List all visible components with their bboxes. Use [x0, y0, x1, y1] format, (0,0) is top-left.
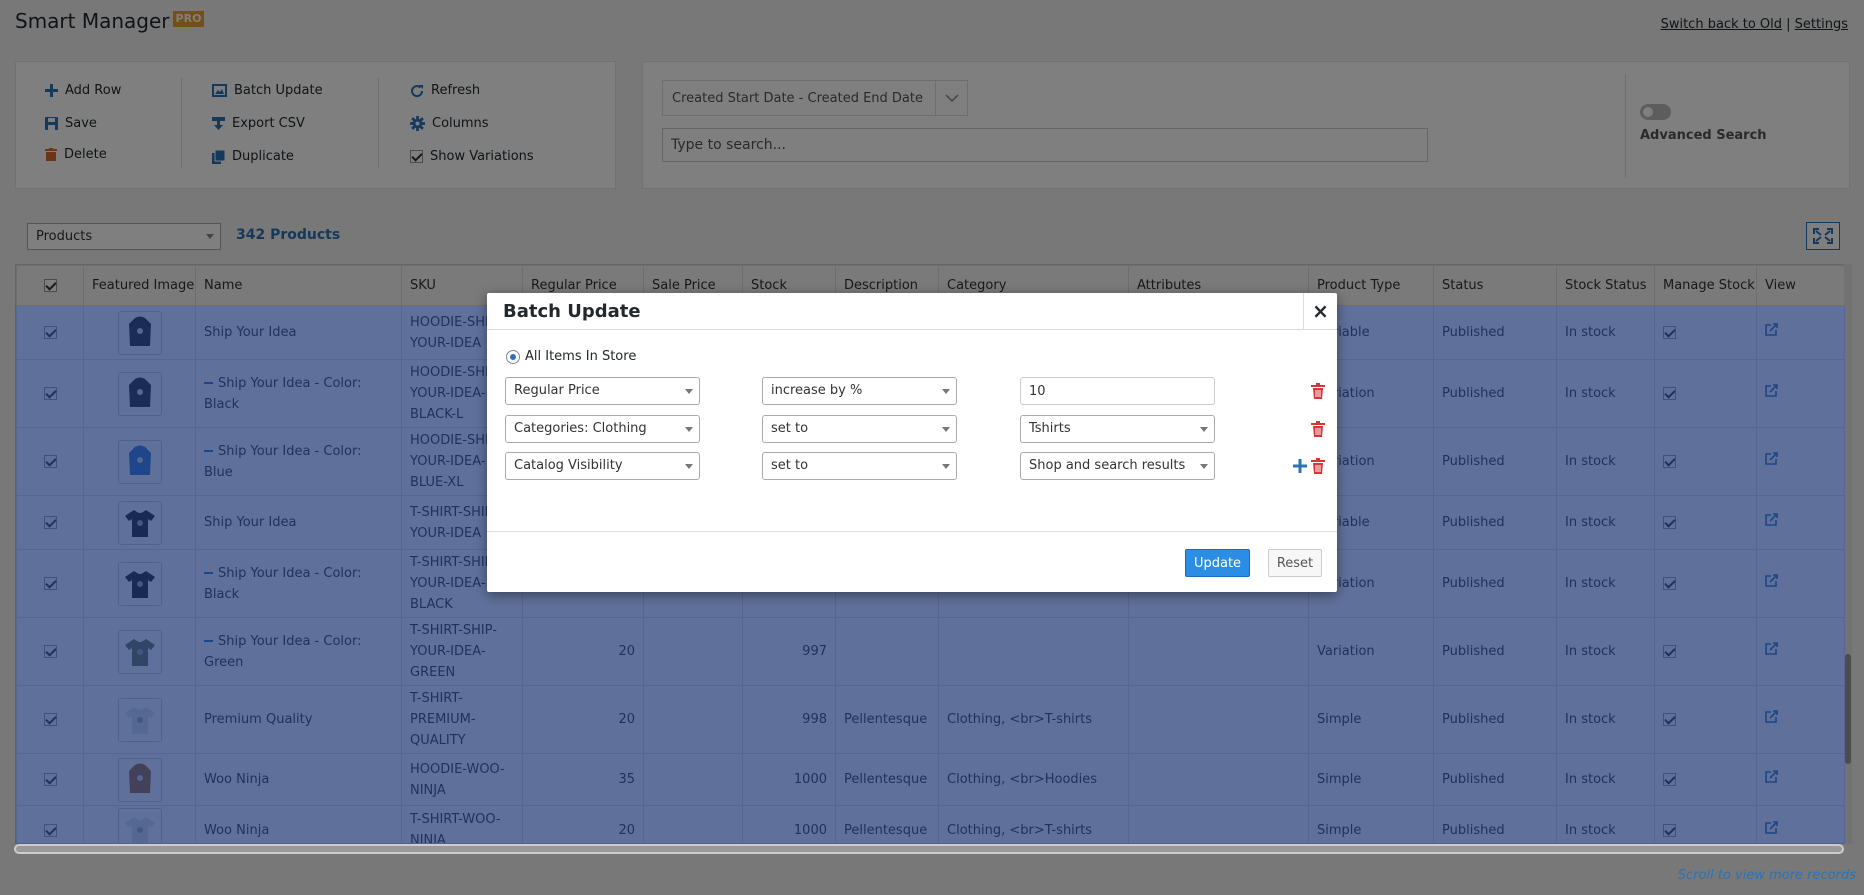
rule-2-delete-icon[interactable] [1310, 420, 1326, 438]
update-button[interactable]: Update [1185, 549, 1250, 577]
dialog-title: Batch Update [503, 301, 641, 322]
chevron-down-icon [1200, 427, 1208, 432]
rule-3-field-select[interactable]: Catalog Visibility [505, 452, 700, 480]
chevron-down-icon [685, 389, 693, 394]
rule-2-field-value: Categories: Clothing [514, 421, 647, 436]
rule-3-action-select[interactable]: set to [762, 452, 957, 480]
dialog-divider [487, 329, 1337, 330]
chevron-down-icon [942, 389, 950, 394]
horizontal-scroll-thumb[interactable] [16, 846, 1842, 852]
rule-3-delete-icon[interactable] [1310, 457, 1326, 475]
chevron-down-icon [685, 427, 693, 432]
rule-3-action-value: set to [771, 458, 809, 473]
rule-3-value-select[interactable]: Shop and search results [1020, 452, 1215, 480]
scroll-more-hint: Scroll to view more records [1677, 868, 1856, 883]
scope-option[interactable]: All Items In Store [506, 349, 636, 364]
chevron-down-icon [942, 427, 950, 432]
rule-3-value-value: Shop and search results [1029, 458, 1186, 473]
chevron-down-icon [942, 464, 950, 469]
rule-1-action-value: increase by % [771, 383, 863, 398]
rule-3-field-value: Catalog Visibility [514, 458, 623, 473]
rule-2-value-select[interactable]: Tshirts [1020, 415, 1215, 443]
batch-update-dialog: Batch Update × All Items In Store Regula… [487, 293, 1337, 592]
rule-2-action-select[interactable]: set to [762, 415, 957, 443]
rule-2-action-value: set to [771, 421, 809, 436]
rule-1-action-select[interactable]: increase by % [762, 377, 957, 405]
rule-1-value-input[interactable] [1020, 377, 1215, 405]
dialog-footer-divider [487, 531, 1337, 532]
chevron-down-icon [685, 464, 693, 469]
rule-2-field-select[interactable]: Categories: Clothing [505, 415, 700, 443]
add-rule-icon[interactable] [1292, 457, 1308, 475]
scope-radio[interactable] [506, 349, 520, 364]
rule-1-field-select[interactable]: Regular Price [505, 377, 700, 405]
reset-button[interactable]: Reset [1268, 549, 1322, 577]
rule-1-delete-icon[interactable] [1310, 382, 1326, 400]
chevron-down-icon [1200, 464, 1208, 469]
rule-2-value-value: Tshirts [1029, 421, 1071, 436]
scope-label: All Items In Store [525, 349, 637, 364]
close-icon[interactable]: × [1303, 293, 1337, 329]
horizontal-scrollbar[interactable] [14, 844, 1844, 854]
rule-1-field-value: Regular Price [514, 383, 600, 398]
